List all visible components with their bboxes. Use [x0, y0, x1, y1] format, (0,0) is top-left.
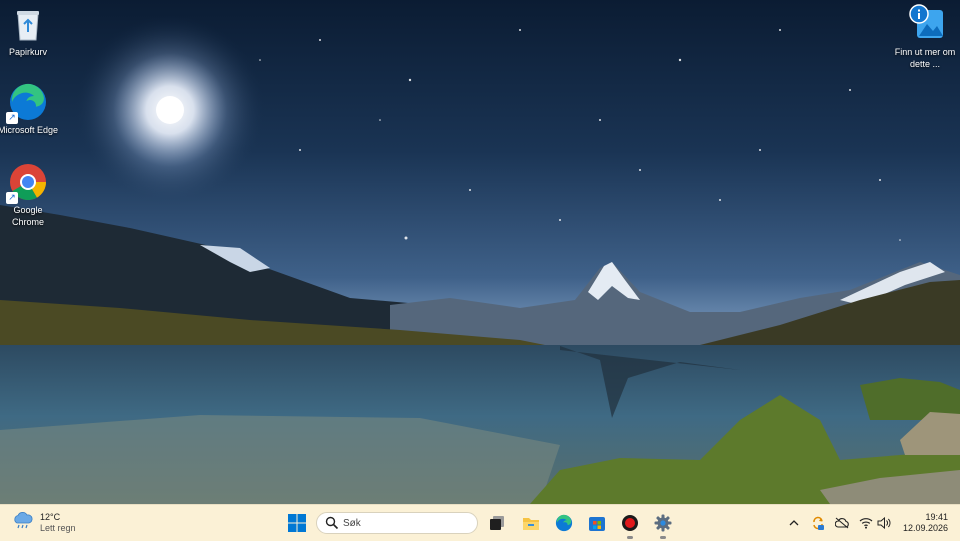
running-indicator [627, 536, 633, 539]
wallpaper-landscape [0, 15, 960, 504]
sync-status-button[interactable] [811, 516, 825, 530]
spotlight-info-icon [905, 4, 945, 44]
weather-text: 12°C Lett regn [40, 512, 76, 534]
clock[interactable]: 19:41 12.09.2026 [903, 512, 948, 534]
shortcut-arrow-icon: ↗ [6, 192, 18, 204]
clock-time: 19:41 [925, 512, 948, 522]
store-icon [589, 517, 605, 531]
desktop-icon-recycle-bin[interactable]: Papirkurv [0, 4, 59, 58]
task-view-icon [490, 516, 504, 530]
desktop-icon-label: Microsoft Edge [0, 125, 59, 135]
sync-icon [813, 516, 824, 530]
recycle-bin-icon [8, 4, 48, 44]
recorder-taskbar-button[interactable] [617, 510, 643, 539]
file-explorer-button[interactable] [518, 510, 544, 536]
clock-date: 12.09.2026 [902, 523, 948, 533]
onedrive-status-button[interactable] [835, 516, 849, 530]
store-taskbar-button[interactable] [584, 510, 610, 536]
taskbar: 12°C Lett regn Søk 19:41 12.09.2026 [0, 504, 960, 541]
edge-icon: ↗ [6, 82, 48, 124]
show-hidden-icons-button[interactable] [787, 516, 801, 530]
edge-icon [555, 514, 573, 532]
weather-condition: Lett regn [40, 523, 76, 533]
moon [156, 96, 184, 124]
network-button[interactable] [859, 516, 873, 530]
weather-temperature: 12°C [40, 512, 61, 522]
search-icon [325, 516, 339, 530]
gear-icon [654, 514, 672, 532]
cloud-off-icon [835, 517, 849, 529]
desktop-icon-chrome[interactable]: ↗ Google Chrome [0, 162, 59, 228]
chrome-icon: ↗ [6, 162, 48, 204]
desktop-icon-edge[interactable]: ↗ Microsoft Edge [0, 82, 59, 136]
weather-widget[interactable]: 12°C Lett regn [12, 511, 76, 535]
settings-taskbar-button[interactable] [650, 510, 676, 539]
wifi-icon [859, 518, 873, 529]
desktop-icon-label: Finn ut mer om dette ... [894, 47, 956, 69]
chevron-up-icon [789, 520, 799, 526]
running-indicator [660, 536, 666, 539]
shortcut-arrow-icon: ↗ [6, 112, 18, 124]
edge-taskbar-button[interactable] [551, 510, 577, 536]
record-icon [622, 515, 638, 531]
windows-logo-icon [288, 514, 306, 532]
search-box[interactable] [316, 512, 478, 534]
desktop-wallpaper [0, 0, 960, 504]
desktop-icon-label: Google Chrome [11, 205, 44, 227]
desktop-icon-label: Papirkurv [8, 47, 47, 57]
folder-icon [523, 518, 539, 530]
start-button[interactable] [284, 510, 310, 536]
task-view-button[interactable] [484, 510, 510, 536]
cloud-rain-icon [12, 511, 34, 536]
volume-button[interactable] [877, 516, 891, 530]
stars [259, 29, 901, 241]
speaker-icon [877, 517, 891, 529]
search-input[interactable] [343, 517, 463, 529]
desktop-icon-learn-more[interactable]: Finn ut mer om dette ... [894, 4, 956, 70]
